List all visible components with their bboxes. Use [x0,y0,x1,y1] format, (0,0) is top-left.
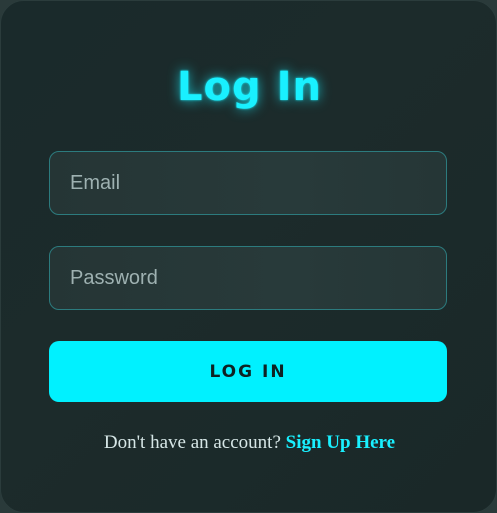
signup-prompt: Don't have an account? Sign Up Here [1,429,497,457]
password-field[interactable] [49,246,447,310]
page-title: Log In [177,64,322,110]
signup-link[interactable]: Sign Up Here [286,432,395,453]
login-card: Log In LOG IN Don't have an account? Sig… [0,0,497,513]
login-button[interactable]: LOG IN [49,341,447,402]
signup-prompt-text: Don't have an account? [103,432,286,453]
email-field[interactable] [49,151,447,215]
